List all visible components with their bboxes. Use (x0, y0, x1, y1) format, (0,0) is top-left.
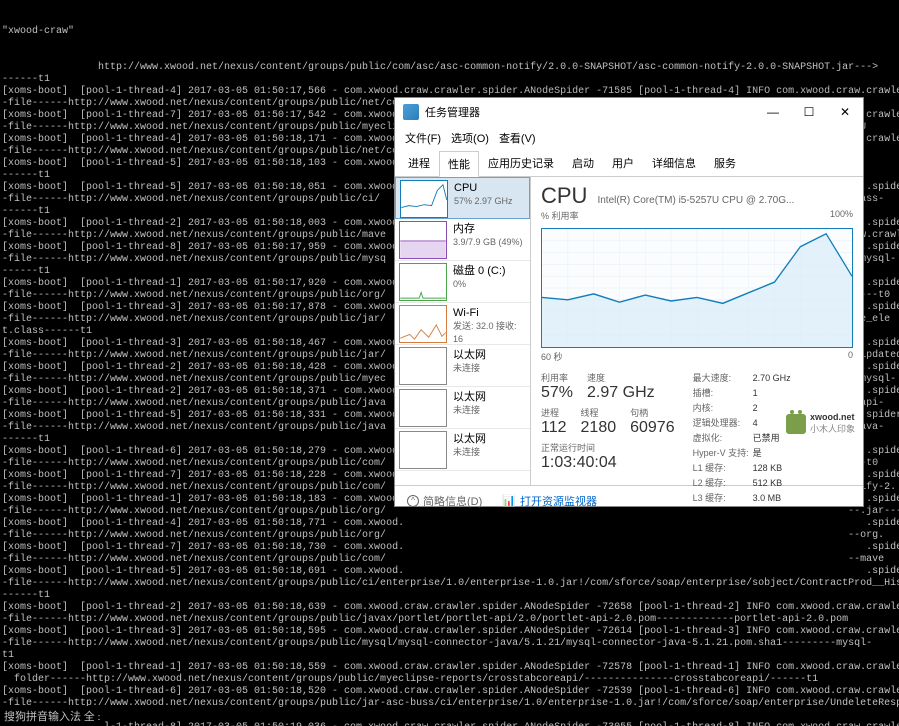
sidebar-label: 以太网 (453, 391, 528, 404)
tab-性能[interactable]: 性能 (439, 151, 479, 177)
tab-服务[interactable]: 服务 (705, 150, 745, 176)
cpu-utilization-chart[interactable] (541, 228, 853, 348)
terminal-line: ------t1 (2, 74, 897, 86)
sidebar-item-wifi[interactable]: Wi-Fi发送: 32.0 接收: 16 (395, 303, 530, 345)
mem-sparkline (399, 221, 447, 259)
task-manager-window: 任务管理器 — ☐ ✕ 文件(F) 选项(O) 查看(V) 进程性能应用历史记录… (394, 97, 864, 507)
watermark-logo: xwood.net 小木人印象 (786, 412, 855, 435)
terminal-line: t1 (2, 650, 897, 662)
sidebar-sublabel: 3.9/7.9 GB (49%) (453, 236, 528, 249)
processes-value: 112 (541, 419, 567, 437)
sidebar-sublabel: 57% 2.97 GHz (454, 195, 527, 208)
sidebar-sublabel: 发送: 32.0 接收: 16 (453, 320, 528, 346)
sidebar-item-disk[interactable]: 磁盘 0 (C:)0% (395, 261, 530, 303)
resmon-icon: 📊 (502, 494, 516, 507)
eth-sparkline (399, 431, 447, 469)
terminal-line: -file------http://www.xwood.net/nexus/co… (2, 638, 897, 650)
sidebar-sublabel: 未连接 (453, 404, 528, 417)
disk-sparkline (399, 263, 447, 301)
speed-label: 速度 (587, 371, 655, 384)
sidebar-label: 以太网 (453, 349, 528, 362)
chevron-up-icon: ^ (407, 495, 419, 507)
ime-status: 搜狗拼音输入法 全 : (0, 706, 105, 726)
terminal-line: [xoms-boot] [pool-1-thread-5] 2017-03-05… (2, 566, 897, 578)
titlebar[interactable]: 任务管理器 — ☐ ✕ (395, 98, 863, 126)
app-icon (403, 104, 419, 120)
terminal-line: [xoms-boot] [pool-1-thread-2] 2017-03-05… (2, 602, 897, 614)
tab-应用历史记录[interactable]: 应用历史记录 (479, 150, 563, 176)
chart-xlabel: 60 秒 (541, 350, 563, 363)
tab-启动[interactable]: 启动 (563, 150, 603, 176)
fewer-details-link[interactable]: ^ 简略信息(D) (407, 493, 482, 509)
terminal-line: -file------http://www.xwood.net/nexus/co… (2, 698, 897, 710)
terminal-line: [xoms-boot] [pool-1-thread-6] 2017-03-05… (2, 686, 897, 698)
close-button[interactable]: ✕ (827, 98, 863, 126)
sidebar-label: 内存 (453, 223, 528, 236)
eth-sparkline (399, 347, 447, 385)
chart-ymax: 100% (830, 209, 853, 222)
terminal-line: -file------http://www.xwood.net/nexus/co… (2, 530, 897, 542)
sidebar-label: CPU (454, 182, 527, 195)
cpu-panel: CPU Intel(R) Core(TM) i5-5257U CPU @ 2.7… (531, 177, 863, 485)
util-label: 利用率 (541, 371, 573, 384)
sidebar-sublabel: 未连接 (453, 446, 528, 459)
terminal-line: [xoms-boot] [pool-1-thread-7] 2017-03-05… (2, 542, 897, 554)
terminal-line: java------t1 (2, 710, 897, 722)
chart-xend: 0 (848, 350, 853, 363)
sidebar-sublabel: 未连接 (453, 362, 528, 375)
chart-ylabel: % 利用率 (541, 209, 579, 222)
cpu-info-list: 最大速度:2.70 GHz 插槽:1 内核:2 逻辑处理器:4 虚拟化:已禁用 … (693, 371, 791, 506)
cpu-sparkline (400, 180, 448, 218)
minimize-button[interactable]: — (755, 98, 791, 126)
tab-详细信息[interactable]: 详细信息 (643, 150, 705, 176)
terminal-line: [xoms-boot] [pool-1-thread-4] 2017-03-05… (2, 518, 897, 530)
sidebar-label: 磁盘 0 (C:) (453, 265, 528, 278)
sidebar-sublabel: 0% (453, 278, 528, 291)
threads-label: 线程 (581, 406, 617, 419)
terminal-title: "xwood-craw" (2, 26, 897, 38)
sidebar-item-cpu[interactable]: CPU57% 2.97 GHz (395, 177, 530, 219)
terminal-line: -file------http://www.xwood.net/nexus/co… (2, 578, 897, 590)
menubar: 文件(F) 选项(O) 查看(V) (395, 126, 863, 150)
util-value: 57% (541, 384, 573, 402)
uptime-value: 1:03:40:04 (541, 454, 675, 472)
uptime-label: 正常运行时间 (541, 441, 675, 454)
wifi-sparkline (399, 305, 447, 343)
sidebar-label: 以太网 (453, 433, 528, 446)
menu-view[interactable]: 查看(V) (495, 128, 540, 148)
sidebar-item-eth[interactable]: 以太网未连接 (395, 387, 530, 429)
android-icon (786, 414, 806, 434)
terminal-line: folder------http://www.xwood.net/nexus/c… (2, 674, 897, 686)
handles-value: 60976 (630, 419, 675, 437)
sidebar-label: Wi-Fi (453, 307, 528, 320)
terminal-line: -file------http://www.xwood.net/nexus/co… (2, 554, 897, 566)
sidebar-item-mem[interactable]: 内存3.9/7.9 GB (49%) (395, 219, 530, 261)
cpu-model: Intel(R) Core(TM) i5-5257U CPU @ 2.70G..… (597, 195, 794, 206)
tab-进程[interactable]: 进程 (399, 150, 439, 176)
terminal-line: ------t1 (2, 590, 897, 602)
performance-sidebar[interactable]: CPU57% 2.97 GHz内存3.9/7.9 GB (49%)磁盘 0 (C… (395, 177, 531, 485)
terminal-line: [xoms-boot] [pool-1-thread-8] 2017-03-05… (2, 722, 897, 726)
sidebar-item-eth[interactable]: 以太网未连接 (395, 429, 530, 471)
menu-file[interactable]: 文件(F) (401, 128, 445, 148)
terminal-line: -file------http://www.xwood.net/nexus/co… (2, 614, 897, 626)
eth-sparkline (399, 389, 447, 427)
threads-value: 2180 (581, 419, 617, 437)
cpu-title: CPU (541, 183, 587, 209)
handles-label: 句柄 (630, 406, 675, 419)
tab-用户[interactable]: 用户 (603, 150, 643, 176)
tabbar: 进程性能应用历史记录启动用户详细信息服务 (395, 150, 863, 177)
terminal-line: [xoms-boot] [pool-1-thread-3] 2017-03-05… (2, 626, 897, 638)
window-title: 任务管理器 (425, 104, 755, 120)
maximize-button[interactable]: ☐ (791, 98, 827, 126)
sidebar-item-eth[interactable]: 以太网未连接 (395, 345, 530, 387)
menu-options[interactable]: 选项(O) (447, 128, 493, 148)
speed-value: 2.97 GHz (587, 384, 655, 402)
terminal-line: http://www.xwood.net/nexus/content/group… (2, 62, 897, 74)
processes-label: 进程 (541, 406, 567, 419)
terminal-line: [xoms-boot] [pool-1-thread-1] 2017-03-05… (2, 662, 897, 674)
